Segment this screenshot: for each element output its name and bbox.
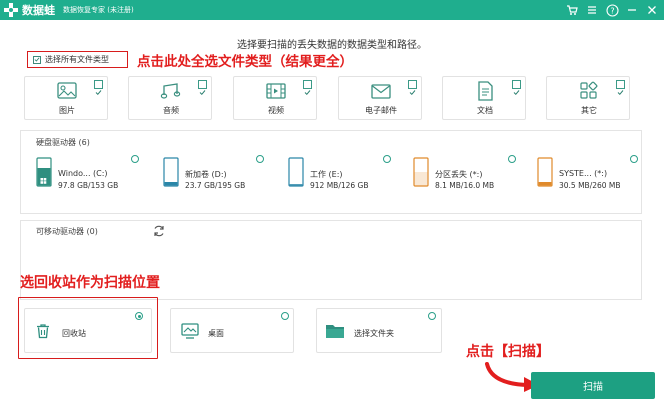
- category-checkbox[interactable]: [408, 80, 417, 96]
- category-label: 视频: [268, 106, 284, 115]
- drive-size: 23.7 GB/195 GB: [185, 181, 246, 190]
- cart-icon[interactable]: [562, 0, 582, 20]
- document-icon: [474, 81, 496, 101]
- select-all-checkbox[interactable]: 选择所有文件类型: [27, 51, 128, 68]
- location-radio[interactable]: [281, 312, 289, 320]
- windows-drive-icon: [36, 157, 52, 187]
- category-label: 其它: [581, 106, 597, 115]
- instruction-text: 选择要扫描的丢失数据的数据类型和路径。: [237, 40, 427, 51]
- location-select-folder[interactable]: 选择文件夹: [316, 308, 442, 353]
- category-label: 音频: [163, 106, 179, 115]
- category-card-document[interactable]: 文档: [442, 76, 526, 120]
- refresh-icon[interactable]: [152, 223, 166, 237]
- category-card-email[interactable]: 电子邮件: [338, 76, 422, 120]
- category-card-image[interactable]: 图片: [24, 76, 108, 120]
- recycle-annotation: 选回收站作为扫描位置: [20, 275, 160, 291]
- location-label: 回收站: [62, 329, 86, 338]
- location-recycle-bin[interactable]: 回收站: [24, 308, 152, 353]
- select-all-label: 选择所有文件类型: [45, 55, 109, 64]
- audio-icon: [160, 81, 182, 101]
- drive-name: Windo... (C:): [58, 169, 108, 178]
- app-subtitle: 数据恢复专家 (未注册): [63, 6, 134, 14]
- select-all-annotation: 点击此处全选文件类型（结果更全）: [137, 54, 353, 70]
- category-checkbox[interactable]: [303, 80, 312, 96]
- app-name: 数据蛙: [22, 4, 55, 17]
- drive-name: 工作 (E:): [310, 170, 343, 179]
- email-icon: [370, 81, 392, 101]
- category-checkbox[interactable]: [198, 80, 207, 96]
- hard-drive-title: 硬盘驱动器 (6): [36, 138, 90, 147]
- close-icon[interactable]: [642, 0, 662, 20]
- location-label: 桌面: [208, 329, 224, 338]
- category-checkbox[interactable]: [616, 80, 625, 96]
- category-label: 电子邮件: [365, 106, 397, 115]
- drive-icon: [288, 157, 304, 187]
- system-drive-icon: [537, 157, 553, 187]
- drive-size: 8.1 MB/16.0 MB: [435, 181, 495, 190]
- svg-text:?: ?: [610, 6, 614, 15]
- drive-radio[interactable]: [630, 155, 638, 163]
- other-icon: [578, 81, 600, 101]
- category-checkbox[interactable]: [94, 80, 103, 96]
- removable-drive-title: 可移动驱动器 (0): [36, 227, 98, 236]
- drive-radio[interactable]: [383, 155, 391, 163]
- app-logo-icon: [4, 3, 18, 17]
- drive-radio[interactable]: [131, 155, 139, 163]
- title-bar: 数据蛙 数据恢复专家 (未注册) ?: [0, 0, 664, 20]
- location-radio[interactable]: [428, 312, 436, 320]
- help-icon[interactable]: ?: [602, 0, 622, 20]
- scan-annotation: 点击【扫描】: [466, 344, 550, 360]
- category-label: 文档: [477, 106, 493, 115]
- scan-button[interactable]: 扫描: [531, 372, 655, 399]
- location-label: 选择文件夹: [354, 329, 394, 338]
- drive-name: 分区丢失 (*:): [435, 170, 483, 179]
- category-label: 图片: [59, 106, 75, 115]
- video-icon: [265, 81, 287, 101]
- location-radio-selected[interactable]: [135, 312, 143, 320]
- image-icon: [56, 81, 78, 101]
- category-card-video[interactable]: 视频: [233, 76, 317, 120]
- checkbox-checked-icon: [33, 55, 41, 64]
- drive-icon: [163, 157, 179, 187]
- category-checkbox[interactable]: [512, 80, 521, 96]
- drive-size: 30.5 MB/260 MB: [559, 181, 621, 190]
- drive-name: 新加卷 (D:): [185, 170, 227, 179]
- location-desktop[interactable]: 桌面: [170, 308, 294, 353]
- category-card-other[interactable]: 其它: [546, 76, 630, 120]
- drive-item[interactable]: SYSTE... (*:) 30.5 MB/260 MB: [537, 157, 637, 195]
- folder-icon: [325, 322, 345, 340]
- drive-item[interactable]: Windo... (C:) 97.8 GB/153 GB: [36, 157, 136, 195]
- menu-icon[interactable]: [582, 0, 602, 20]
- recycle-bin-icon: [35, 323, 51, 339]
- category-card-audio[interactable]: 音频: [128, 76, 212, 120]
- drive-item[interactable]: 工作 (E:) 912 MB/126 GB: [288, 157, 383, 195]
- drive-item[interactable]: 分区丢失 (*:) 8.1 MB/16.0 MB: [413, 157, 508, 195]
- drive-size: 97.8 GB/153 GB: [58, 181, 119, 190]
- drive-name: SYSTE... (*:): [559, 169, 608, 178]
- drive-radio[interactable]: [256, 155, 264, 163]
- minimize-icon[interactable]: [622, 0, 642, 20]
- drive-radio[interactable]: [508, 155, 516, 163]
- desktop-icon: [181, 323, 199, 339]
- drive-size: 912 MB/126 GB: [310, 181, 369, 190]
- drive-item[interactable]: 新加卷 (D:) 23.7 GB/195 GB: [163, 157, 258, 195]
- lost-partition-icon: [413, 157, 429, 187]
